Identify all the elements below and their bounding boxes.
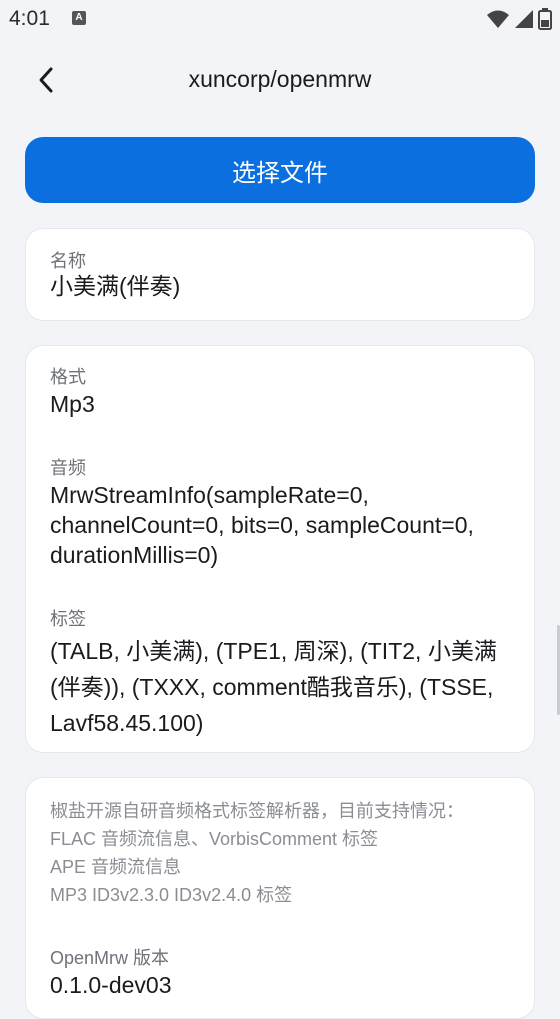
- status-time: 4:01: [9, 7, 50, 30]
- status-icons: [486, 8, 552, 30]
- select-file-button[interactable]: 选择文件: [25, 137, 535, 203]
- tags-label: 标签: [50, 609, 86, 629]
- name-value: 小美满(伴奏): [50, 273, 181, 299]
- format-label: 格式: [50, 367, 86, 387]
- page-title: xuncorp/openmrw: [188, 66, 372, 92]
- version-value: 0.1.0-dev03: [50, 972, 172, 998]
- audio-value: MrwStreamInfo(sampleRate=0, channelCount…: [50, 482, 474, 568]
- app-bar: xuncorp/openmrw: [0, 40, 560, 122]
- a-letter-icon: A: [72, 11, 86, 25]
- wifi-icon: [487, 10, 509, 28]
- battery-icon: [538, 8, 552, 30]
- format-value: Mp3: [50, 391, 95, 417]
- details-card: 格式 Mp3 音频 MrwStreamInfo(sampleRate=0, ch…: [25, 345, 535, 753]
- status-bar: 4:01 A: [0, 0, 560, 40]
- name-label: 名称: [50, 251, 86, 271]
- name-card: 名称 小美满(伴奏): [25, 228, 535, 321]
- about-card: 椒盐开源自研音频格式标签解析器，目前支持情况： FLAC 音频流信息、Vorbi…: [25, 777, 535, 1019]
- audio-label: 音频: [50, 458, 86, 478]
- about-description: 椒盐开源自研音频格式标签解析器，目前支持情况： FLAC 音频流信息、Vorbi…: [50, 801, 464, 905]
- tags-value: (TALB, 小美满), (TPE1, 周深), (TIT2, 小美满(伴奏))…: [50, 638, 497, 736]
- cellular-signal-icon: [515, 10, 533, 28]
- version-label: OpenMrw 版本: [50, 948, 170, 968]
